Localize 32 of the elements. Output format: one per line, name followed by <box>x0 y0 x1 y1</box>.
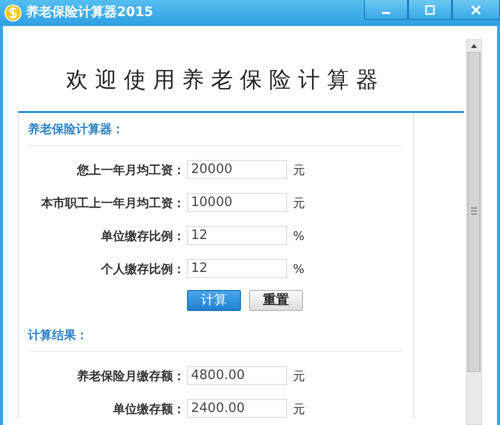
input-field[interactable]: 4800.00 <box>187 366 287 385</box>
minimize-button[interactable] <box>364 0 408 20</box>
input-field[interactable]: 12 <box>187 259 287 278</box>
field-label: 您上一年月均工资： <box>76 162 185 178</box>
reset-button[interactable]: 重置 <box>249 290 303 311</box>
window-title: 养老保险计算器2015 <box>26 4 154 22</box>
unit-label: 元 <box>293 162 305 178</box>
close-icon <box>471 4 481 14</box>
input-field[interactable]: 20000 <box>187 160 287 179</box>
maximize-button[interactable] <box>408 0 452 20</box>
input-field[interactable]: 10000 <box>187 193 287 212</box>
unit-label: 元 <box>293 194 305 212</box>
scrollbar-thumb[interactable] <box>467 52 481 372</box>
unit-label: % <box>293 228 304 244</box>
app-logo-icon <box>4 4 22 22</box>
welcome-title: 欢迎使用养老保险计算器 <box>65 67 386 95</box>
field-label: 单位缴存额： <box>112 400 185 418</box>
section-heading: 养老保险计算器： <box>28 122 124 136</box>
section-heading: 计算结果： <box>28 328 88 342</box>
field-label: 养老保险月缴存额： <box>76 368 185 384</box>
field-label: 单位缴存比例： <box>100 228 185 244</box>
scrollbar[interactable] <box>466 39 482 425</box>
maximize-icon <box>425 4 435 14</box>
unit-label: 元 <box>293 368 305 384</box>
input-field[interactable]: 12 <box>187 226 287 245</box>
close-button[interactable] <box>452 0 500 20</box>
unit-label: % <box>293 260 304 278</box>
field-label: 个人缴存比例： <box>100 260 185 278</box>
minimize-icon <box>382 12 390 14</box>
unit-label: 元 <box>293 400 305 418</box>
input-field[interactable]: 2400.00 <box>187 399 287 418</box>
field-label: 本市职工上一年月均工资： <box>40 194 185 212</box>
